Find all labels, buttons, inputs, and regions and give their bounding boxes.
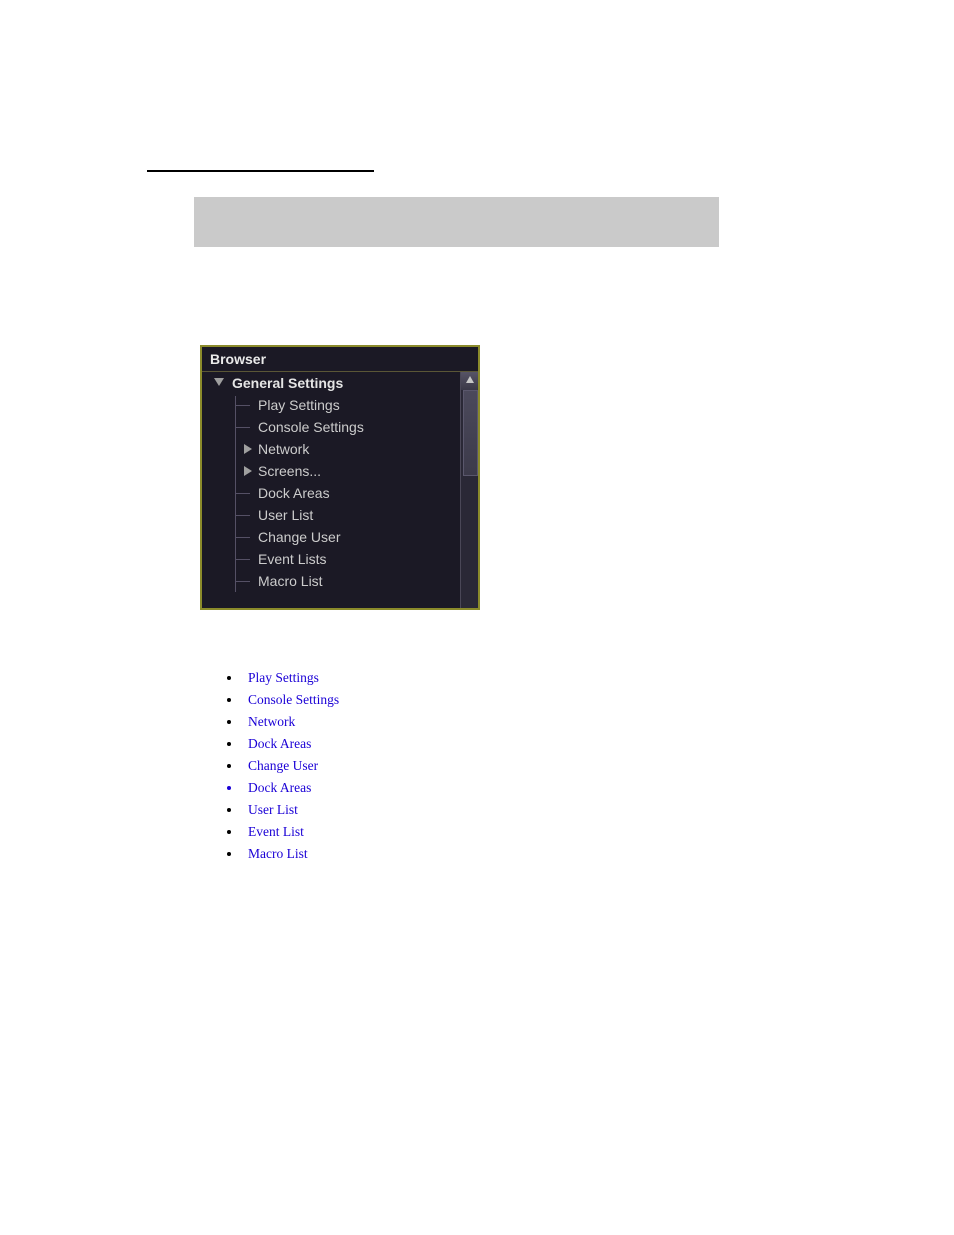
tree-item-event-lists[interactable]: Event Lists xyxy=(202,548,460,570)
tree-item-label: Play Settings xyxy=(258,394,340,416)
expand-triangle-icon xyxy=(244,466,252,476)
tree-item-label: Network xyxy=(258,438,309,460)
expand-triangle-icon xyxy=(244,444,252,454)
browser-panel: Browser General Settings Play Settings C… xyxy=(200,345,480,610)
branch-tick-icon xyxy=(236,493,250,494)
tree-item-macro-list[interactable]: Macro List xyxy=(202,570,460,592)
tree-item-screens[interactable]: Screens... xyxy=(202,460,460,482)
link-network[interactable]: Network xyxy=(248,714,295,729)
tree-item-label: User List xyxy=(258,504,313,526)
link-dock-areas-2[interactable]: Dock Areas xyxy=(248,780,311,795)
tree-root-general-settings[interactable]: General Settings xyxy=(202,372,460,394)
tree-item-play-settings[interactable]: Play Settings xyxy=(202,394,460,416)
link-event-list[interactable]: Event List xyxy=(248,824,304,839)
list-item: Network xyxy=(242,714,642,730)
tree-item-label: Change User xyxy=(258,526,341,548)
vertical-scrollbar[interactable] xyxy=(460,372,478,609)
link-user-list[interactable]: User List xyxy=(248,802,298,817)
tree-item-label: Screens... xyxy=(258,460,321,482)
list-item: User List xyxy=(242,802,642,818)
list-item: Event List xyxy=(242,824,642,840)
list-item: Play Settings xyxy=(242,670,642,686)
link-change-user[interactable]: Change User xyxy=(248,758,318,773)
scrollbar-track[interactable] xyxy=(463,390,478,609)
branch-tick-icon xyxy=(236,581,250,582)
tree-view: General Settings Play Settings Console S… xyxy=(202,372,460,609)
branch-tick-icon xyxy=(236,537,250,538)
tree-item-label: Event Lists xyxy=(258,548,326,570)
scroll-up-button[interactable] xyxy=(461,372,478,391)
list-item: Dock Areas xyxy=(242,780,642,796)
tree-item-change-user[interactable]: Change User xyxy=(202,526,460,548)
tree-item-dock-areas[interactable]: Dock Areas xyxy=(202,482,460,504)
tree-root-label: General Settings xyxy=(232,372,343,394)
branch-tick-icon xyxy=(236,515,250,516)
link-play-settings[interactable]: Play Settings xyxy=(248,670,319,685)
panel-body: General Settings Play Settings Console S… xyxy=(202,372,478,609)
branch-tick-icon xyxy=(236,405,250,406)
tree-item-console-settings[interactable]: Console Settings xyxy=(202,416,460,438)
tree-item-network[interactable]: Network xyxy=(202,438,460,460)
document-page: Browser General Settings Play Settings C… xyxy=(0,0,954,1235)
branch-tick-icon xyxy=(236,427,250,428)
panel-title: Browser xyxy=(202,347,478,372)
tree-item-user-list[interactable]: User List xyxy=(202,504,460,526)
scrollbar-thumb[interactable] xyxy=(463,390,478,476)
list-item: Dock Areas xyxy=(242,736,642,752)
chevron-up-icon xyxy=(465,375,475,385)
link-list: Play Settings Console Settings Network D… xyxy=(222,670,642,868)
list-item: Console Settings xyxy=(242,692,642,708)
tree-item-label: Dock Areas xyxy=(258,482,330,504)
note-box xyxy=(194,197,719,247)
list-item: Macro List xyxy=(242,846,642,862)
list-item: Change User xyxy=(242,758,642,774)
tree-item-label: Console Settings xyxy=(258,416,364,438)
tree-item-label: Macro List xyxy=(258,570,323,592)
link-macro-list[interactable]: Macro List xyxy=(248,846,308,861)
link-dock-areas[interactable]: Dock Areas xyxy=(248,736,311,751)
link-console-settings[interactable]: Console Settings xyxy=(248,692,339,707)
section-divider xyxy=(147,170,374,172)
collapse-triangle-icon xyxy=(214,378,224,386)
branch-tick-icon xyxy=(236,559,250,560)
